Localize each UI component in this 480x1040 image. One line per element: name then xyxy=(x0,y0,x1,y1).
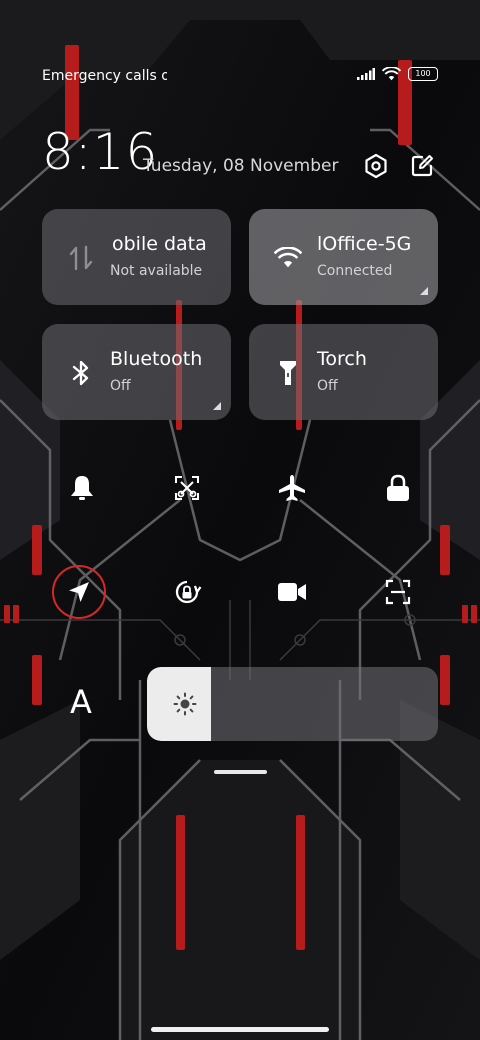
settings-icon xyxy=(365,153,387,179)
scan-icon xyxy=(385,579,411,605)
tile-mobile-data[interactable]: obile data Not available xyxy=(42,209,231,305)
signal-icon xyxy=(357,68,375,80)
tile-wifi-title: lOffice-5G xyxy=(317,233,412,255)
video-icon xyxy=(278,583,306,601)
edit-icon xyxy=(411,155,433,177)
tile-mobile-data-subtitle: Not available xyxy=(110,263,203,279)
wifi-icon xyxy=(273,243,303,273)
date: Tuesday, 08 November xyxy=(143,156,339,176)
lock-icon xyxy=(387,474,409,501)
toggle-rotation-lock[interactable] xyxy=(165,570,209,614)
tile-bluetooth[interactable]: Bluetooth Off xyxy=(42,324,231,420)
tile-bluetooth-expand-indicator[interactable] xyxy=(213,402,221,410)
tile-wifi-expand-indicator[interactable] xyxy=(420,287,428,295)
tile-wifi-subtitle: Connected xyxy=(317,263,393,279)
screenshot-icon xyxy=(175,476,199,500)
toggle-screen-recorder[interactable] xyxy=(270,570,314,614)
airplane-icon xyxy=(279,475,305,501)
toggle-lock-screen[interactable] xyxy=(376,466,420,510)
toggle-airplane[interactable] xyxy=(270,466,314,510)
bell-icon xyxy=(71,476,93,500)
toggle-scanner[interactable] xyxy=(376,570,420,614)
panel-drag-handle[interactable] xyxy=(214,770,267,774)
brightness-slider[interactable] xyxy=(147,667,438,741)
status-carrier-text: Emergency calls o xyxy=(42,68,167,84)
settings-button[interactable] xyxy=(360,150,392,182)
clock: 8:16 xyxy=(42,123,159,181)
location-icon xyxy=(69,582,89,602)
tile-torch-title: Torch xyxy=(317,348,367,370)
bluetooth-icon xyxy=(66,358,96,388)
status-icons: 100 xyxy=(357,67,438,81)
tile-bluetooth-subtitle: Off xyxy=(110,378,131,394)
rotation-lock-icon xyxy=(175,580,202,604)
mobile-data-icon xyxy=(66,243,96,273)
wifi-icon xyxy=(382,67,401,81)
battery-icon: 100 xyxy=(408,67,438,81)
font-size-button[interactable]: A xyxy=(62,683,100,725)
home-indicator[interactable] xyxy=(151,1027,329,1032)
tile-bluetooth-title: Bluetooth xyxy=(110,348,203,370)
toggle-location[interactable] xyxy=(57,570,101,614)
tile-mobile-data-title: obile data xyxy=(112,233,207,255)
edit-button[interactable] xyxy=(406,150,438,182)
toggle-screenshot[interactable] xyxy=(165,466,209,510)
toggle-sound[interactable] xyxy=(60,466,104,510)
tile-wifi[interactable]: lOffice-5G Connected xyxy=(249,209,438,305)
torch-icon xyxy=(273,358,303,388)
tile-torch-subtitle: Off xyxy=(317,378,338,394)
tile-torch[interactable]: Torch Off xyxy=(249,324,438,420)
sun-icon xyxy=(173,692,197,716)
